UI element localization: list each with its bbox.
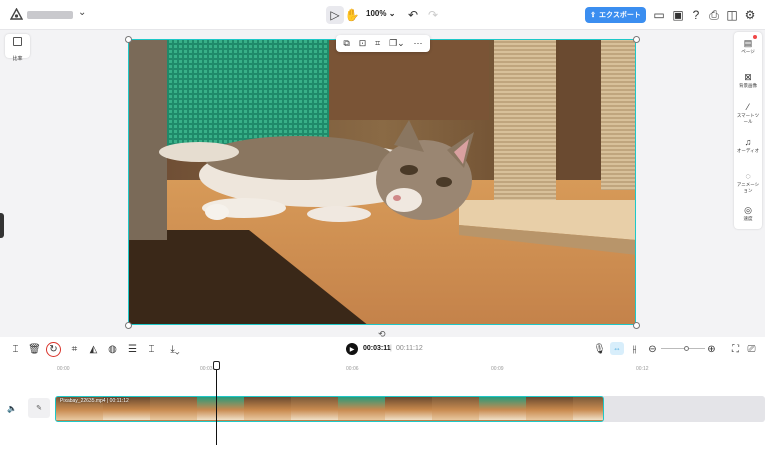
ruler-label: 00:12 [636,366,649,372]
ruler-label: 00:09 [491,366,504,372]
export-button[interactable]: ⇪ エクスポート [585,7,646,23]
media-icon[interactable]: ▣ [669,6,687,24]
print-icon[interactable]: ⎙ [705,6,723,24]
page-icon: ▤ [743,38,753,48]
right-panel-smart-tools-label: スマートツール [736,113,760,124]
right-panel-speed[interactable]: ◎ 速度 [734,205,762,222]
zoom-out-icon[interactable]: ⊖ [646,343,659,356]
snap-toggle-button[interactable]: ⇔ [610,342,624,355]
hand-icon[interactable]: ✋ [343,6,361,24]
clip-frame [197,397,244,420]
split-view-icon[interactable]: ⫲ [628,343,641,356]
background-icon: ⊠ [744,72,752,82]
replay-icon[interactable]: ↻ [46,342,61,357]
ratio-icon [13,37,22,46]
chevron-down-icon[interactable]: ⌄ [78,7,86,18]
fit-icon[interactable]: ⊡ [359,38,367,49]
speed-icon: ◎ [744,205,752,215]
right-panel-background-label: 背景画像 [739,83,757,88]
total-time: 00:11:12 [396,345,423,352]
clip-frame [150,397,197,420]
more-icon[interactable]: ⋯ [414,38,423,49]
cat-video-frame [129,40,635,324]
zoom-level-label: 100% [366,9,387,18]
right-panel-speed-label: 速度 [743,216,753,221]
playhead[interactable] [216,363,217,445]
clip-frame [244,397,291,420]
layout-icon[interactable]: ◫ [723,6,741,24]
clip-frame [479,397,526,420]
clip-frame [573,397,603,420]
mask-icon[interactable]: ◍ [106,343,119,356]
export-label: エクスポート [599,12,641,19]
ruler-label: 00:03 [200,366,213,372]
copy-icon[interactable]: ❐⌄ [389,38,405,49]
timeline-zoom-slider[interactable] [661,348,705,349]
video-clip[interactable]: Pixabay_22635.mp4 | 00:11:12 [55,396,604,422]
ratio-label: 比率 [12,56,23,62]
ruler-label: 00:00 [57,366,70,372]
clip-frame [432,397,479,420]
resize-handle-top-left[interactable] [125,36,132,43]
right-panel-audio[interactable]: ♫ オーディオ [734,137,762,154]
zoom-in-icon[interactable]: ⊕ [705,343,718,356]
download-icon[interactable]: ⤓⌄ [166,343,184,356]
clip-frame [338,397,385,420]
video-canvas[interactable] [128,39,636,325]
clip-frame [526,397,573,420]
redo-icon[interactable]: ↷ [424,6,442,24]
magic-wand-icon: ⁄ [747,102,749,112]
gear-icon[interactable]: ⚙ [741,6,759,24]
trim-icon[interactable]: ⌶ [145,343,158,356]
right-panel-animation[interactable]: ◌ アニメーション [734,171,762,193]
clip-label: Pixabay_22635.mp4 | 00:11:12 [60,398,129,404]
right-panel-smart-tools[interactable]: ⁄ スマートツール [734,102,762,124]
right-panel-animation-label: アニメーション [736,182,760,193]
crop-icon[interactable]: ⌗ [68,343,81,356]
time-separator: | [390,345,392,352]
animation-icon: ◌ [745,171,751,181]
adjust-icon[interactable]: ☰ [126,343,139,356]
resize-handle-bottom-right[interactable] [633,322,640,329]
resize-handle-top-right[interactable] [633,36,640,43]
right-panel-background[interactable]: ⊠ 背景画像 [734,72,762,89]
microphone-icon[interactable]: 🎙 [593,343,606,356]
undo-icon[interactable]: ↶ [404,6,422,24]
project-name[interactable] [27,11,73,19]
preview-icon[interactable]: ⎚ [745,343,758,356]
top-bar: ⌄ ▷ ✋ 100% ⌄ ↶ ↷ ⇪ エクスポート ▭ ▣ ? ⎙ ◫ ⚙ [0,0,765,30]
ruler-label: 00:06 [346,366,359,372]
crop-icon[interactable]: ⌗ [375,38,380,49]
right-panel-audio-label: オーディオ [736,148,760,153]
present-icon[interactable]: ▭ [650,6,668,24]
replace-icon[interactable]: ⧉ [343,38,349,49]
zoom-level[interactable]: 100% ⌄ [366,9,395,18]
right-panel-page-label: ページ [741,49,755,54]
current-time: 00:03:11 [363,345,391,352]
play-button[interactable]: ▶ [346,343,358,355]
fit-timeline-icon[interactable]: ⛶ [729,343,742,356]
ratio-button[interactable]: 比率 [5,34,30,62]
trash-icon[interactable]: 🗑 [28,343,41,356]
select-pointer-icon[interactable]: ▷ [326,6,344,24]
panel-toggle-handle[interactable] [0,213,4,238]
split-icon[interactable]: ⌶ [9,343,22,356]
help-icon[interactable]: ? [687,6,705,24]
flip-icon[interactable]: ◭ [87,343,100,356]
floating-toolbar: ⧉ ⊡ ⌗ ❐⌄ ⋯ [336,35,430,52]
right-panel-page[interactable]: ▤ ページ [734,38,762,55]
playhead-handle[interactable] [213,361,220,370]
clip-frame [385,397,432,420]
clip-frame [291,397,338,420]
app-logo-icon[interactable] [10,8,23,21]
editor-app: ⌄ ▷ ✋ 100% ⌄ ↶ ↷ ⇪ エクスポート ▭ ▣ ? ⎙ ◫ ⚙ 比率 [0,0,765,449]
resize-handle-bottom-left[interactable] [125,322,132,329]
music-icon: ♫ [744,137,752,147]
right-panel: ▤ ページ ⊠ 背景画像 ⁄ スマートツール ♫ オーディオ ◌ アニメーション… [734,32,762,229]
pen-icon[interactable]: ✎ [28,398,50,418]
timeline-zoom-knob[interactable] [684,346,689,351]
speaker-icon[interactable]: 🔈 [7,404,17,413]
upload-icon: ⇪ [590,12,597,19]
